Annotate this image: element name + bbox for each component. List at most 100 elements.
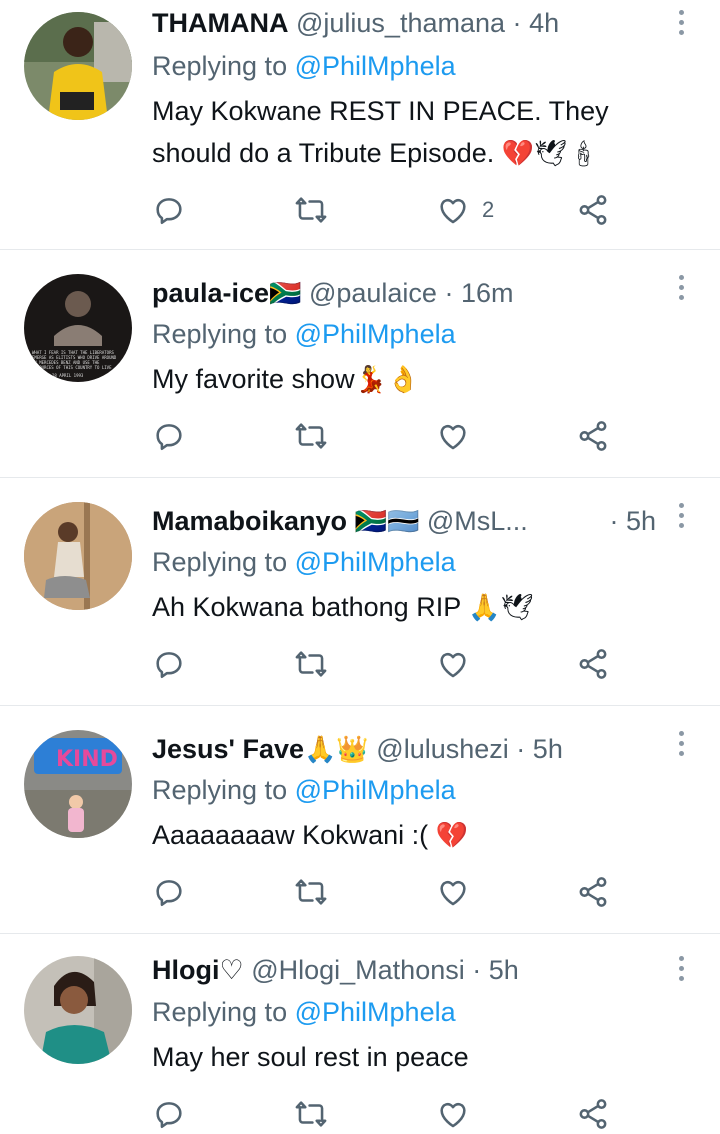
more-icon[interactable] — [676, 275, 686, 305]
tweet[interactable]: THAMANA @julius_thamana · 4h Replying to… — [0, 0, 720, 250]
tweet[interactable]: Hlogi♡ @Hlogi_Mathonsi · 5h Replying to … — [0, 934, 720, 1129]
name-emoji: 🙏👑 — [304, 735, 369, 765]
tweet-text-line: My favorite show — [152, 364, 355, 394]
tweet-emoji: 💔 — [435, 821, 469, 851]
like-icon — [440, 1102, 466, 1128]
flag-emoji: 🇿🇦 — [269, 279, 302, 309]
avatar-sign-text: KIND — [56, 747, 118, 772]
action-bar — [152, 416, 620, 456]
action-bar: 2 — [152, 190, 620, 230]
reply-icon — [156, 880, 182, 907]
tweet[interactable]: Mamaboikanyo 🇿🇦🇧🇼 @MsL... · 5h Replying … — [0, 478, 720, 706]
like-button[interactable] — [436, 644, 470, 684]
user-handle[interactable]: @julius_thamana — [296, 8, 505, 38]
mention-link[interactable]: @PhilMphela — [295, 775, 456, 805]
display-name[interactable]: paula-ice — [152, 278, 269, 308]
avatar[interactable]: WHAT I FEAR IS THAT THE LIBERATORS EMERG… — [24, 274, 132, 382]
retweet-icon — [295, 651, 327, 677]
action-bar — [152, 644, 620, 684]
tweet[interactable]: WHAT I FEAR IS THAT THE LIBERATORS EMERG… — [0, 250, 720, 478]
like-button[interactable] — [436, 1094, 470, 1134]
replying-to: Replying to @PhilMphela — [152, 48, 456, 84]
retweet-icon — [295, 879, 327, 905]
separator-dot: · — [516, 734, 526, 764]
like-button[interactable] — [436, 416, 470, 456]
replying-to-label: Replying to — [152, 997, 288, 1027]
mention-link[interactable]: @PhilMphela — [295, 547, 456, 577]
mention-link[interactable]: @PhilMphela — [295, 997, 456, 1027]
timestamp[interactable]: 5h — [489, 955, 519, 985]
user-handle[interactable]: @paulaice — [309, 278, 437, 308]
timestamp[interactable]: 16m — [461, 278, 514, 308]
like-icon — [440, 880, 466, 906]
display-name[interactable]: Jesus' Fave — [152, 734, 304, 764]
replying-to-label: Replying to — [152, 319, 288, 349]
share-button[interactable] — [576, 644, 610, 684]
separator-dot: · — [444, 278, 454, 308]
action-bar — [152, 872, 620, 912]
replying-to: Replying to @PhilMphela — [152, 772, 456, 808]
timestamp[interactable]: 5h — [626, 506, 656, 536]
retweet-button[interactable] — [294, 1094, 328, 1134]
more-icon[interactable] — [676, 956, 686, 986]
user-handle[interactable]: @lulushezi — [376, 734, 508, 764]
tweet-text: May her soul rest in peace — [152, 1036, 660, 1078]
tweet[interactable]: KIND Jesus' Fave🙏👑 @lulushezi · 5h Reply… — [0, 706, 720, 934]
retweet-button[interactable] — [294, 644, 328, 684]
retweet-button[interactable] — [294, 416, 328, 456]
share-icon — [579, 421, 607, 451]
avatar[interactable] — [24, 502, 132, 610]
share-icon — [579, 649, 607, 679]
action-bar — [152, 1094, 620, 1134]
replying-to: Replying to @PhilMphela — [152, 316, 456, 352]
replying-to-label: Replying to — [152, 51, 288, 81]
timestamp[interactable]: 4h — [529, 8, 559, 38]
more-icon[interactable] — [676, 731, 686, 761]
replying-to-label: Replying to — [152, 775, 288, 805]
like-count: 2 — [482, 197, 495, 222]
separator-dot: · — [512, 8, 522, 38]
reply-icon — [156, 652, 182, 679]
share-button[interactable] — [576, 872, 610, 912]
reply-button[interactable] — [152, 644, 186, 684]
share-button[interactable] — [576, 1094, 610, 1134]
replying-to: Replying to @PhilMphela — [152, 994, 456, 1030]
user-handle[interactable]: @MsL... — [427, 506, 528, 536]
like-icon — [440, 424, 466, 450]
retweet-button[interactable] — [294, 190, 328, 230]
display-name[interactable]: Mamaboikanyo — [152, 506, 347, 536]
tweet-emoji: 💔🕊🕯 — [501, 139, 601, 169]
share-icon — [579, 195, 607, 225]
tweet-text-line: Ah Kokwana bathong RIP — [152, 592, 461, 622]
mention-link[interactable]: @PhilMphela — [295, 319, 456, 349]
like-button[interactable] — [436, 872, 470, 912]
avatar[interactable] — [24, 956, 132, 1064]
display-name[interactable]: THAMANA — [152, 8, 288, 38]
reply-button[interactable] — [152, 190, 186, 230]
mention-link[interactable]: @PhilMphela — [295, 51, 456, 81]
reply-button[interactable] — [152, 416, 186, 456]
avatar[interactable] — [24, 12, 132, 120]
retweet-button[interactable] — [294, 872, 328, 912]
svg-text:RESOURCES OF THIS COUNTRY TO L: RESOURCES OF THIS COUNTRY TO LIVE — [32, 365, 112, 370]
like-button[interactable]: 2 — [436, 190, 494, 230]
share-button[interactable] — [576, 416, 610, 456]
more-icon[interactable] — [676, 10, 686, 40]
retweet-icon — [295, 1101, 327, 1127]
svg-text:28 APRIL 1993: 28 APRIL 1993 — [52, 373, 84, 378]
reply-button[interactable] — [152, 1094, 186, 1134]
more-icon[interactable] — [676, 503, 686, 533]
tweet-text: Aaaaaaaaw Kokwani :( 💔 — [152, 814, 660, 857]
tweet-text: May Kokwane REST IN PEACE. They should d… — [152, 90, 660, 175]
avatar[interactable]: KIND — [24, 730, 132, 838]
reply-icon — [156, 198, 182, 225]
tweet-text-line: May Kokwane REST IN PEACE. They — [152, 96, 609, 126]
display-name[interactable]: Hlogi♡ — [152, 955, 244, 985]
reply-button[interactable] — [152, 872, 186, 912]
user-handle[interactable]: @Hlogi_Mathonsi — [251, 955, 465, 985]
share-button[interactable] — [576, 190, 610, 230]
like-icon — [440, 652, 466, 678]
tweet-text-line: should do a Tribute Episode. — [152, 138, 495, 168]
replying-to: Replying to @PhilMphela — [152, 544, 456, 580]
timestamp[interactable]: 5h — [533, 734, 563, 764]
